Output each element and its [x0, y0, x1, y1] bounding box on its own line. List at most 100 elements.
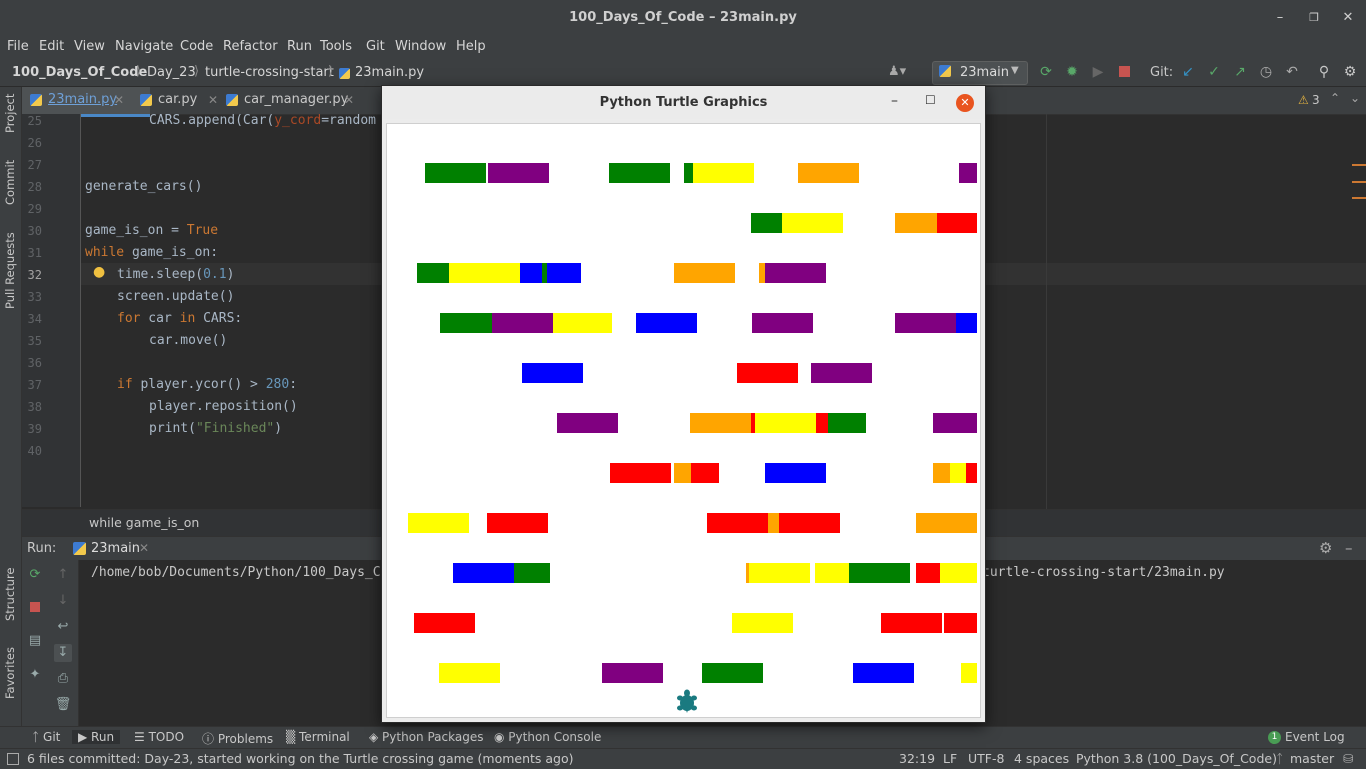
- tool-problems[interactable]: ⓘ Problems: [202, 730, 273, 747]
- menu-window[interactable]: Window: [395, 39, 446, 54]
- tool-python-console[interactable]: ◉ Python Console: [494, 730, 601, 744]
- code-line-30[interactable]: game_is_on = True: [85, 223, 218, 238]
- code-line-35[interactable]: car.move(): [149, 333, 227, 348]
- minimize-button[interactable]: –: [1270, 8, 1290, 28]
- git-commit-icon[interactable]: ✓: [1206, 64, 1222, 80]
- rerun-icon[interactable]: ⟳: [26, 566, 44, 584]
- code-token: player.ycor() >: [132, 377, 266, 392]
- pin-icon[interactable]: ✦: [26, 666, 44, 684]
- menu-edit[interactable]: Edit: [39, 39, 64, 54]
- run-tab-label[interactable]: 23main: [91, 541, 140, 556]
- tool-git[interactable]: ᛏ Git: [32, 730, 60, 744]
- lock-icon[interactable]: ⛁: [1343, 751, 1353, 766]
- indent-setting[interactable]: 4 spaces: [1014, 751, 1069, 766]
- tool-run[interactable]: ▶ Run: [72, 730, 121, 744]
- crumb-project[interactable]: 100_Days_Of_Code: [12, 65, 147, 80]
- intention-bulb-icon[interactable]: ●: [93, 264, 105, 280]
- status-message[interactable]: 6 files committed: Day-23, started worki…: [27, 751, 574, 766]
- rerun-icon[interactable]: ⟳: [1038, 64, 1054, 80]
- menu-code[interactable]: Code: [180, 39, 213, 54]
- tab-23main[interactable]: 23main.py ✕: [22, 87, 150, 117]
- code-line-31[interactable]: while game_is_on:: [85, 245, 218, 260]
- tool-commit[interactable]: Commit: [3, 160, 17, 205]
- error-stripe-mark[interactable]: [1352, 197, 1366, 199]
- stop-icon[interactable]: [1116, 64, 1132, 80]
- warning-icon[interactable]: ⚠: [1298, 93, 1309, 107]
- run-config-select[interactable]: 23main ▼: [932, 61, 1028, 85]
- status-toggle-icon[interactable]: [7, 753, 19, 765]
- code-line-33[interactable]: screen.update(): [117, 289, 234, 304]
- tool-todo[interactable]: ☰ TODO: [134, 730, 184, 744]
- maximize-button[interactable]: ❐: [1304, 8, 1324, 28]
- turtle-graphics-window[interactable]: Python Turtle Graphics – ☐ ✕: [381, 85, 986, 723]
- history-icon[interactable]: ◷: [1258, 64, 1274, 80]
- close-tab-icon[interactable]: ✕: [114, 87, 124, 113]
- print-icon[interactable]: ⎙: [54, 670, 72, 688]
- crumb-file[interactable]: 23main.py: [355, 65, 424, 80]
- code-line-28[interactable]: generate_cars(): [85, 179, 202, 194]
- git-push-icon[interactable]: ↗: [1232, 64, 1248, 80]
- arrow-up-icon[interactable]: ↑: [54, 566, 72, 584]
- caret-position[interactable]: 32:19: [899, 751, 935, 766]
- code-line-37[interactable]: if player.ycor() > 280:: [117, 377, 297, 392]
- menu-navigate[interactable]: Navigate: [115, 39, 173, 54]
- code-line-25[interactable]: CARS.append(Car(y_cord=random: [149, 113, 376, 128]
- close-tab-icon[interactable]: ✕: [344, 87, 354, 113]
- tool-pull-requests[interactable]: Pull Requests: [3, 232, 17, 309]
- turtle-canvas[interactable]: [386, 123, 981, 718]
- turtle-maximize-button[interactable]: ☐: [925, 93, 936, 107]
- code-line-38[interactable]: player.reposition(): [149, 399, 298, 414]
- event-log-button[interactable]: Event Log: [1285, 730, 1345, 744]
- car: [765, 463, 826, 483]
- menu-refactor[interactable]: Refactor: [223, 39, 278, 54]
- close-button[interactable]: ✕: [1338, 8, 1358, 28]
- line-separator[interactable]: LF: [943, 751, 957, 766]
- menu-tools[interactable]: Tools: [320, 39, 352, 54]
- chevron-up-icon[interactable]: ⌃: [1330, 91, 1340, 105]
- chevron-down-icon[interactable]: ⌄: [1350, 91, 1360, 105]
- debug-icon[interactable]: ✹: [1064, 64, 1080, 80]
- soft-wrap-icon[interactable]: ↩: [54, 618, 72, 636]
- menu-view[interactable]: View: [74, 39, 105, 54]
- rollback-icon[interactable]: ↶: [1284, 64, 1300, 80]
- stop-icon[interactable]: [26, 598, 44, 616]
- tool-python-packages[interactable]: ◈ Python Packages: [369, 730, 483, 744]
- crumb-day23[interactable]: Day_23: [147, 65, 196, 80]
- menu-file[interactable]: File: [7, 39, 29, 54]
- gear-icon[interactable]: ⚙: [1342, 64, 1358, 80]
- file-encoding[interactable]: UTF-8: [968, 751, 1004, 766]
- code-line-34[interactable]: for car in CARS:: [117, 311, 242, 326]
- coverage-icon[interactable]: ▶: [1090, 64, 1106, 80]
- menu-git[interactable]: Git: [366, 39, 385, 54]
- code-breadcrumb[interactable]: while game_is_on: [89, 515, 199, 530]
- search-icon[interactable]: ⚲: [1316, 64, 1332, 80]
- error-stripe-mark[interactable]: [1352, 181, 1366, 183]
- menu-run[interactable]: Run: [287, 39, 312, 54]
- close-run-tab-icon[interactable]: ✕: [139, 541, 149, 555]
- tool-terminal[interactable]: ▒ Terminal: [286, 730, 350, 744]
- turtle-minimize-button[interactable]: –: [891, 93, 898, 109]
- tool-structure[interactable]: Structure: [3, 568, 17, 622]
- tool-project[interactable]: Project: [3, 94, 17, 133]
- tool-favorites[interactable]: Favorites: [3, 647, 17, 699]
- menu-help[interactable]: Help: [456, 39, 486, 54]
- scroll-to-end-icon[interactable]: ↧: [54, 644, 72, 662]
- tab-car-manager[interactable]: car_manager.py ✕: [218, 87, 384, 114]
- git-branch[interactable]: master: [1290, 751, 1334, 766]
- git-update-icon[interactable]: ↙: [1180, 64, 1196, 80]
- error-stripe-mark[interactable]: [1352, 164, 1366, 166]
- python-interpreter[interactable]: Python 3.8 (100_Days_Of_Code): [1076, 751, 1277, 766]
- user-icon[interactable]: ♟▾: [888, 64, 906, 79]
- code-line-39[interactable]: print("Finished"): [149, 421, 282, 436]
- layout-icon[interactable]: ▤: [26, 632, 44, 650]
- close-tab-icon[interactable]: ✕: [208, 87, 218, 113]
- turtle-window-titlebar[interactable]: Python Turtle Graphics – ☐ ✕: [382, 86, 985, 119]
- hide-panel-icon[interactable]: –: [1345, 539, 1353, 557]
- code-line-32[interactable]: time.sleep(0.1): [117, 267, 234, 282]
- trash-icon[interactable]: 🗑: [54, 696, 72, 714]
- turtle-close-button[interactable]: ✕: [956, 94, 974, 112]
- crumb-folder[interactable]: turtle-crossing-start: [205, 65, 334, 80]
- line-number: 38: [27, 400, 42, 414]
- arrow-down-icon[interactable]: ↓: [54, 592, 72, 610]
- gear-icon[interactable]: ⚙: [1319, 539, 1332, 557]
